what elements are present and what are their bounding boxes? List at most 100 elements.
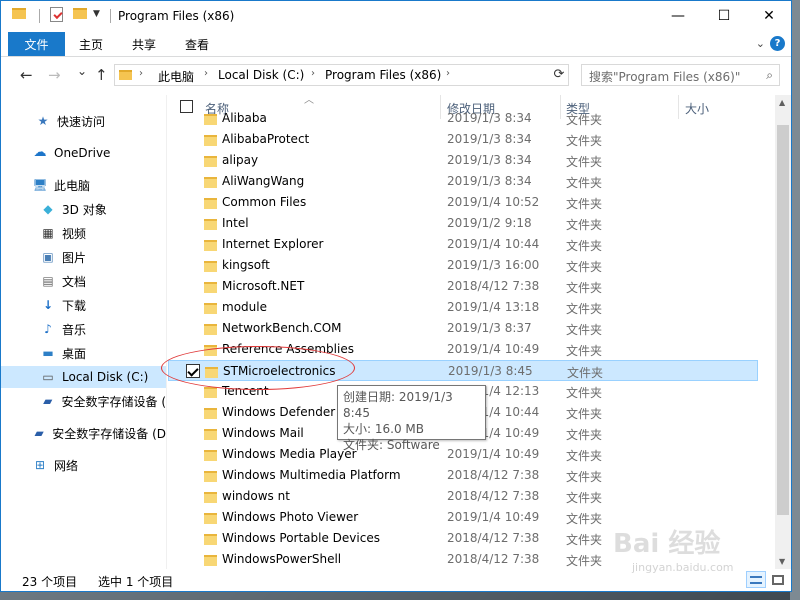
sd-card-icon: ▰ — [43, 394, 53, 408]
download-icon: ↓ — [42, 298, 54, 312]
file-type: 文件夹 — [566, 554, 603, 568]
file-type: 文件夹 — [566, 176, 603, 190]
table-row[interactable]: AlibabaProtect 2019/1/3 8:34 文件夹 — [168, 129, 758, 150]
table-row[interactable]: windows nt 2018/4/12 7:38 文件夹 — [168, 486, 758, 507]
scroll-thumb[interactable] — [777, 125, 789, 515]
file-date: 2019/1/3 8:34 — [447, 174, 532, 188]
chevron-right-icon[interactable]: › — [204, 68, 208, 79]
folder-icon[interactable] — [12, 8, 26, 19]
pane-divider[interactable] — [166, 95, 167, 569]
properties-icon[interactable] — [50, 7, 63, 22]
file-date: 2019/1/4 10:49 — [447, 510, 540, 524]
tab-share[interactable]: 共享 — [132, 36, 156, 53]
sidebar-item-documents[interactable]: ▤ 文档 — [1, 270, 166, 292]
folder-icon — [204, 198, 217, 209]
sidebar-item-downloads[interactable]: ↓ 下载 — [1, 294, 166, 316]
vertical-scrollbar[interactable]: ▲ ▼ — [775, 95, 791, 569]
sidebar-item-network[interactable]: ⊞ 网络 — [1, 454, 166, 476]
navigation-bar: ← → ⌄ ↑ › 此电脑 › Local Disk (C:) › Progra… — [1, 57, 791, 95]
folder-icon — [204, 513, 217, 524]
maximize-button[interactable]: ☐ — [701, 1, 747, 31]
window-title: Program Files (x86) — [118, 9, 235, 23]
file-type: 文件夹 — [566, 134, 603, 148]
network-icon: ⊞ — [34, 458, 46, 472]
file-type: 文件夹 — [566, 512, 603, 526]
sidebar-item-local-disk[interactable]: ▭ Local Disk (C:) — [1, 366, 166, 388]
folder-icon — [204, 387, 217, 398]
sidebar-item-label: 文档 — [62, 274, 87, 289]
sidebar-item-3d-objects[interactable]: ◆ 3D 对象 — [1, 198, 166, 220]
file-date: 2018/4/12 7:38 — [447, 468, 540, 482]
close-button[interactable]: ✕ — [746, 1, 792, 31]
chevron-right-icon[interactable]: › — [446, 68, 450, 79]
table-row[interactable]: Alibaba 2019/1/3 8:34 文件夹 — [168, 108, 758, 129]
navigation-pane: ★ 快速访问 ☁ OneDrive 🖥 此电脑 ◆ 3D 对象 ▦ 视频 ▣ 图… — [1, 95, 166, 569]
tab-home[interactable]: 主页 — [79, 36, 103, 53]
table-row[interactable]: kingsoft 2019/1/3 16:00 文件夹 — [168, 255, 758, 276]
table-row[interactable]: AliWangWang 2019/1/3 8:34 文件夹 — [168, 171, 758, 192]
search-placeholder: 搜索"Program Files (x86)" — [589, 70, 741, 84]
minimize-button[interactable]: — — [655, 1, 701, 31]
sidebar-item-videos[interactable]: ▦ 视频 — [1, 222, 166, 244]
help-icon[interactable]: ? — [770, 36, 785, 51]
tab-file[interactable]: 文件 — [8, 32, 65, 56]
sidebar-item-sd-card-1[interactable]: ▰ 安全数字存储设备 ( — [1, 390, 166, 412]
file-type: 文件夹 — [566, 428, 603, 442]
table-row[interactable]: Internet Explorer 2019/1/4 10:44 文件夹 — [168, 234, 758, 255]
refresh-button[interactable]: ⟳ — [550, 64, 569, 86]
breadcrumb-this-pc[interactable]: 此电脑 — [158, 68, 194, 85]
scroll-down-icon[interactable]: ▼ — [779, 557, 785, 566]
sidebar-item-this-pc[interactable]: 🖥 此电脑 — [1, 174, 166, 196]
breadcrumb-program-files[interactable]: Program Files (x86) — [325, 68, 441, 82]
table-row[interactable]: Microsoft.NET 2018/4/12 7:38 文件夹 — [168, 276, 758, 297]
file-date: 2018/4/12 7:38 — [447, 552, 540, 566]
table-row[interactable]: NetworkBench.COM 2019/1/3 8:37 文件夹 — [168, 318, 758, 339]
file-date: 2019/1/4 10:52 — [447, 195, 540, 209]
sidebar-item-label: 安全数字存储设备 (D — [52, 426, 166, 441]
file-date: 2019/1/4 10:44 — [447, 237, 540, 251]
file-date: 2019/1/3 16:00 — [447, 258, 540, 272]
search-icon[interactable]: ⌕ — [766, 68, 773, 83]
address-bar[interactable]: › 此电脑 › Local Disk (C:) › Program Files … — [114, 64, 650, 86]
file-type: 文件夹 — [566, 302, 603, 316]
search-input[interactable]: 搜索"Program Files (x86)" ⌕ — [581, 64, 780, 86]
table-row[interactable]: Windows Multimedia Platform 2018/4/12 7:3… — [168, 465, 758, 486]
up-button[interactable]: ↑ — [95, 66, 108, 84]
chevron-right-icon[interactable]: › — [139, 68, 143, 79]
scroll-up-icon[interactable]: ▲ — [779, 98, 785, 107]
sidebar-item-label: 音乐 — [62, 322, 87, 337]
expand-ribbon-icon[interactable]: ⌄ — [756, 37, 765, 50]
recent-locations-button[interactable]: ⌄ — [77, 64, 87, 78]
sidebar-item-sd-card-2[interactable]: ▰ 安全数字存储设备 (D — [1, 422, 167, 444]
folder-icon — [204, 450, 217, 461]
large-icons-view-button[interactable] — [768, 571, 788, 588]
sidebar-item-quick-access[interactable]: ★ 快速访问 — [1, 110, 166, 132]
table-row[interactable]: Common Files 2019/1/4 10:52 文件夹 — [168, 192, 758, 213]
explorer-window: ▼ Program Files (x86) — ☐ ✕ 文件 主页 共享 查看 … — [0, 0, 792, 592]
chevron-right-icon[interactable]: › — [311, 68, 315, 79]
sidebar-item-label: OneDrive — [54, 146, 111, 160]
sidebar-item-desktop[interactable]: ▬ 桌面 — [1, 342, 166, 364]
sidebar-item-onedrive[interactable]: ☁ OneDrive — [1, 142, 166, 164]
back-button[interactable]: ← — [20, 66, 33, 84]
file-date: 2018/4/12 7:38 — [447, 531, 540, 545]
table-row[interactable]: alipay 2019/1/3 8:34 文件夹 — [168, 150, 758, 171]
file-name: alipay — [222, 153, 259, 167]
file-name: kingsoft — [222, 258, 270, 272]
forward-button[interactable]: → — [48, 66, 61, 84]
table-row[interactable]: Intel 2019/1/2 9:18 文件夹 — [168, 213, 758, 234]
sidebar-item-label: 网络 — [54, 458, 79, 473]
customize-toolbar-icon[interactable]: ▼ — [93, 9, 100, 19]
details-view-button[interactable] — [746, 571, 766, 588]
breadcrumb-local-disk[interactable]: Local Disk (C:) — [218, 68, 304, 82]
file-name: module — [222, 300, 267, 314]
sidebar-item-music[interactable]: ♪ 音乐 — [1, 318, 166, 340]
folder-icon — [204, 324, 217, 335]
folder-icon — [119, 70, 132, 80]
sidebar-item-pictures[interactable]: ▣ 图片 — [1, 246, 166, 268]
cloud-icon: ☁ — [33, 145, 47, 160]
new-folder-icon[interactable] — [73, 8, 87, 19]
folder-icon — [204, 471, 217, 482]
table-row[interactable]: module 2019/1/4 13:18 文件夹 — [168, 297, 758, 318]
tab-view[interactable]: 查看 — [185, 36, 209, 53]
